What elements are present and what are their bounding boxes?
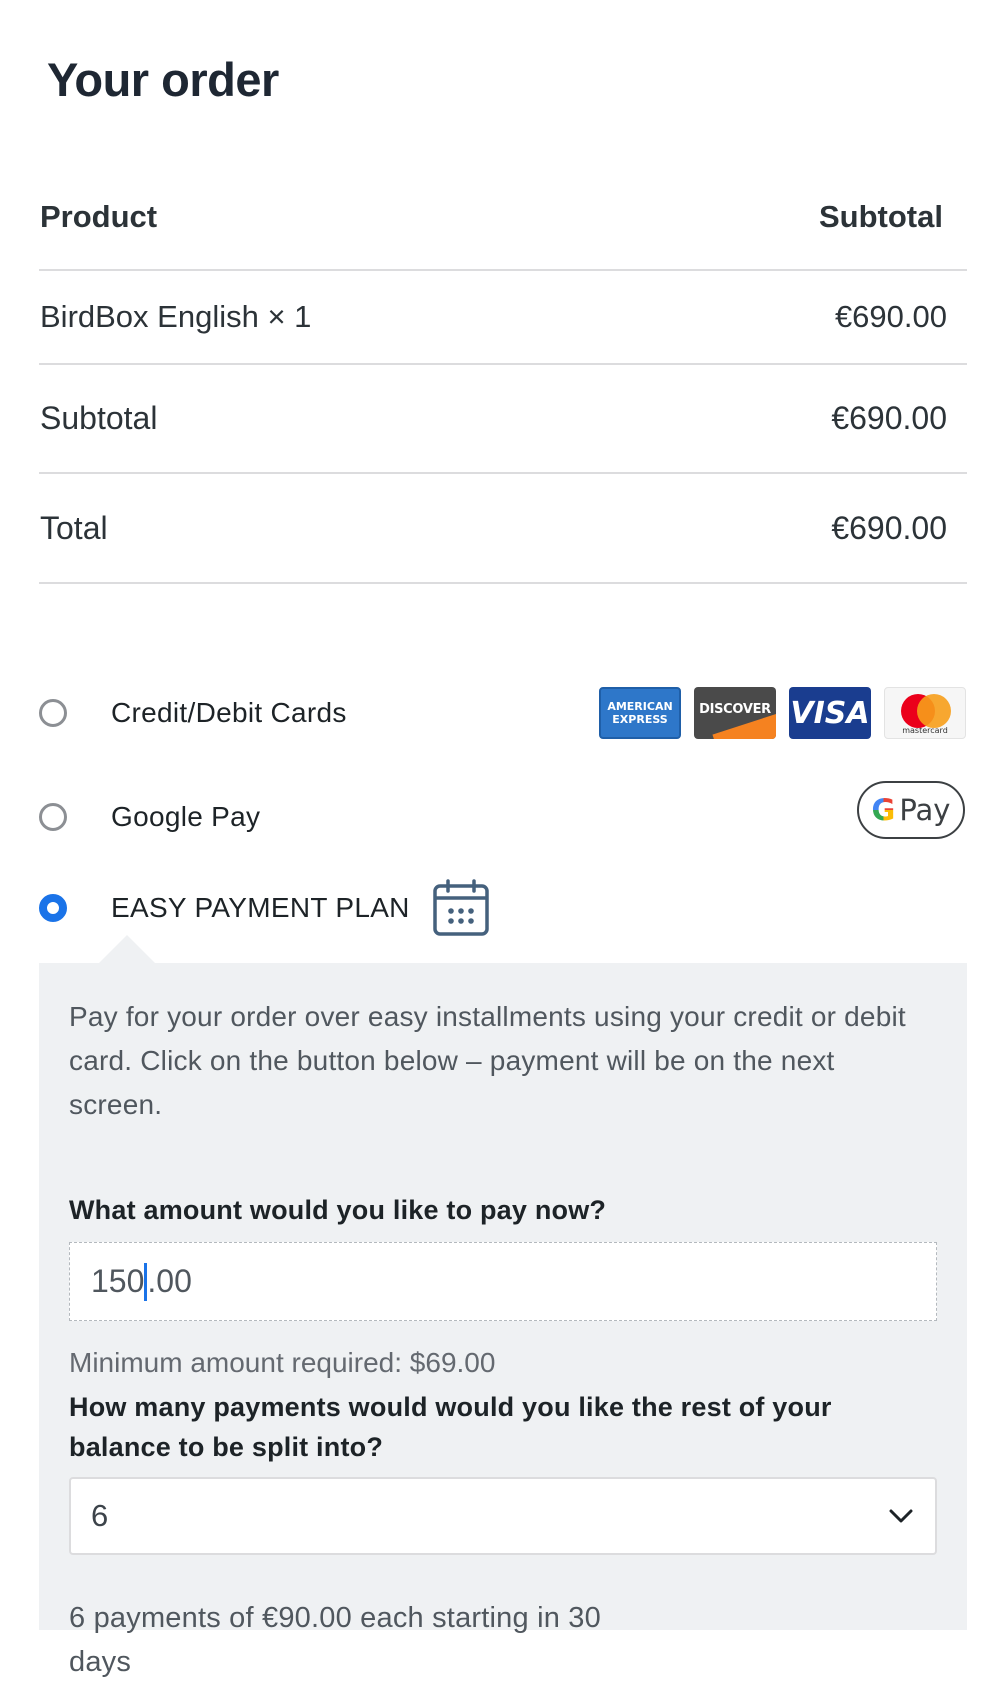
easy-plan-label[interactable]: EASY PAYMENT PLAN — [111, 892, 410, 924]
split-question: How many payments would would you like t… — [69, 1392, 832, 1462]
order-table: Product Subtotal BirdBox English × 1 €69… — [39, 175, 967, 584]
page-title: Your order — [47, 53, 279, 106]
card-logos: AMERICAN EXPRESS DISCOVER VISA mastercar… — [599, 687, 966, 739]
subtotal-value: €690.00 — [831, 400, 947, 436]
google-pay-label[interactable]: Google Pay — [111, 801, 260, 833]
table-header-row: Product Subtotal — [39, 175, 967, 271]
google-pay-icon: G Pay — [857, 781, 965, 839]
minimum-amount-note: Minimum amount required: $69.00 — [69, 1347, 496, 1378]
product-column-header: Product — [40, 199, 158, 234]
payment-method-google-pay[interactable]: Google Pay G Pay — [39, 781, 967, 847]
product-price: €690.00 — [834, 299, 947, 334]
amount-value-integer: 150 — [91, 1263, 145, 1299]
amount-value-decimal: .00 — [147, 1263, 192, 1299]
discover-card-icon: DISCOVER — [694, 687, 776, 739]
amount-question: What amount would you like to pay now? — [69, 1195, 607, 1225]
mastercard-icon: mastercard — [884, 687, 966, 739]
total-row: Total €690.00 — [39, 474, 967, 584]
table-row: BirdBox English × 1 €690.00 — [39, 271, 967, 365]
cards-radio[interactable] — [39, 699, 67, 727]
payment-plan-panel: Pay for your order over easy installment… — [39, 935, 967, 1630]
payment-method-easy-plan[interactable]: EASY PAYMENT PLAN — [39, 876, 967, 940]
subtotal-row: Subtotal €690.00 — [39, 365, 967, 474]
amount-input[interactable]: 150.00 — [69, 1242, 937, 1321]
total-label: Total — [40, 509, 108, 546]
product-name: BirdBox English × 1 — [40, 299, 312, 334]
subtotal-label: Subtotal — [40, 400, 158, 436]
chevron-down-icon — [889, 1509, 913, 1523]
visa-card-icon: VISA — [789, 687, 871, 739]
plan-description: Pay for your order over easy installment… — [69, 1001, 906, 1120]
calendar-icon — [432, 879, 489, 936]
amex-card-icon: AMERICAN EXPRESS — [599, 687, 681, 739]
payments-count-value: 6 — [91, 1498, 109, 1533]
checkout-page: Your order Product Subtotal BirdBox Engl… — [0, 0, 987, 1691]
subtotal-column-header: Subtotal — [819, 199, 943, 234]
cards-label[interactable]: Credit/Debit Cards — [111, 697, 347, 729]
total-value: €690.00 — [831, 509, 947, 546]
payment-summary: 6 payments of €90.00 each starting in 30… — [69, 1602, 601, 1678]
payments-count-select[interactable]: 6 — [69, 1477, 937, 1555]
payment-method-cards[interactable]: Credit/Debit Cards AMERICAN EXPRESS DISC… — [39, 683, 967, 743]
easy-plan-radio[interactable] — [39, 894, 67, 922]
google-pay-radio[interactable] — [39, 803, 67, 831]
